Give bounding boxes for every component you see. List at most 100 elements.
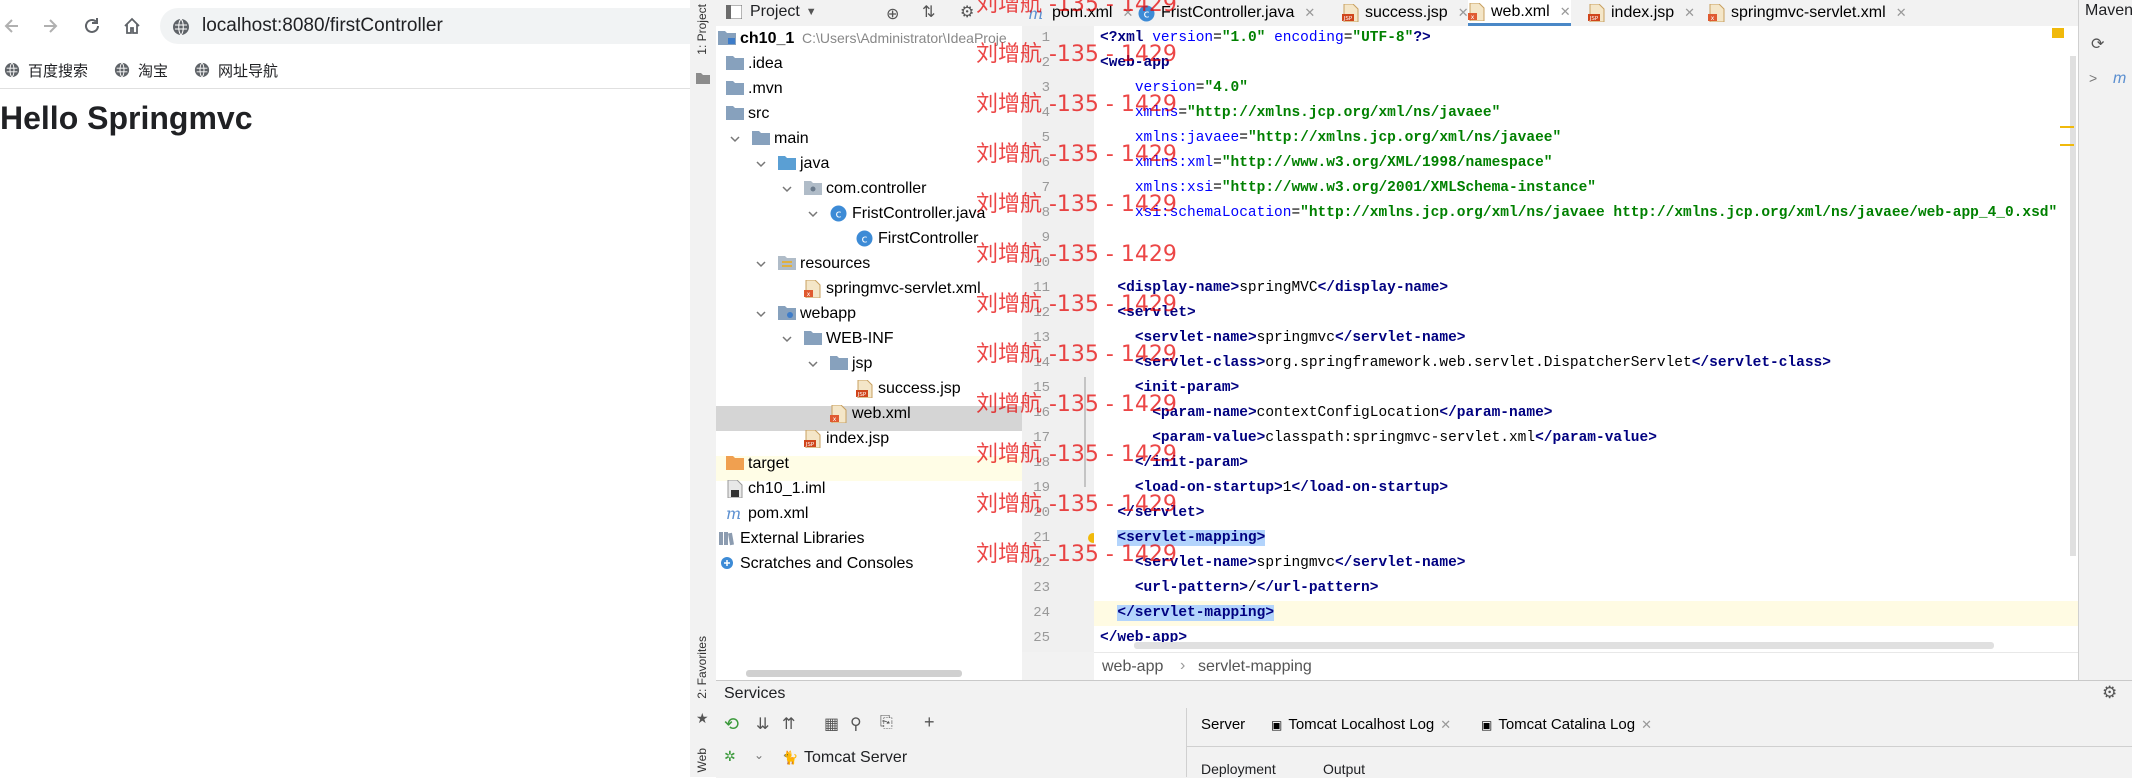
reload-icon[interactable]: ⟳	[2091, 34, 2104, 54]
chevron-down-icon[interactable]	[730, 134, 740, 144]
tomcat-server-item[interactable]: Tomcat Server	[804, 749, 907, 767]
code-line[interactable]: xmlns="http://xmlns.jcp.org/xml/ns/javae…	[1100, 101, 1500, 126]
gear-icon[interactable]: ⚙	[960, 2, 974, 22]
tree-item[interactable]: JSP success.jsp	[716, 376, 1022, 401]
editor-tab[interactable]: m pom.xml ✕	[1028, 0, 1133, 26]
code-line[interactable]: xmlns:javaee="http://xmlns.jcp.org/xml/n…	[1100, 126, 1561, 151]
tree-item[interactable]: Scratches and Consoles	[716, 551, 1022, 576]
close-icon[interactable]: ✕	[1641, 717, 1652, 733]
code-line[interactable]: <param-name>contextConfigLocation</param…	[1100, 401, 1552, 426]
tab-server[interactable]: Server	[1201, 716, 1245, 733]
tree-item[interactable]: External Libraries	[716, 526, 1022, 551]
url-text[interactable]: localhost:8080/firstController	[202, 16, 443, 36]
forward-icon[interactable]	[38, 14, 62, 38]
code-line[interactable]: <?xml version="1.0" encoding="UTF-8"?>	[1100, 26, 1431, 51]
tree-item[interactable]: ch10_1.iml	[716, 476, 1022, 501]
editor-tab[interactable]: JSP success.jsp ✕	[1342, 0, 1469, 26]
horizontal-scrollbar[interactable]	[746, 670, 962, 677]
tab-deployment[interactable]: Deployment	[1201, 761, 1276, 777]
chevron-down-icon[interactable]	[756, 309, 766, 319]
tree-item[interactable]: x springmvc-servlet.xml	[716, 276, 1022, 301]
breadcrumb-item[interactable]: servlet-mapping	[1198, 658, 1312, 676]
tree-item[interactable]: ch10_1 C:\Users\Administrator\IdeaProje	[716, 26, 1022, 51]
tab-localhost-log[interactable]: ▣ Tomcat Localhost Log ✕	[1271, 716, 1451, 733]
site-info-icon[interactable]	[172, 18, 190, 36]
code-line[interactable]: <init-param>	[1100, 376, 1239, 401]
rerun-icon[interactable]: ⟲	[724, 714, 739, 735]
tree-item[interactable]: src	[716, 101, 1022, 126]
star-icon[interactable]: ★	[696, 710, 709, 727]
reload-icon[interactable]	[80, 14, 104, 38]
code-line[interactable]: </init-param>	[1100, 451, 1248, 476]
horizontal-scrollbar[interactable]	[1134, 642, 1994, 649]
tree-item[interactable]: com.controller	[716, 176, 1022, 201]
add-service-icon[interactable]: +	[924, 712, 935, 733]
web-tool-tab[interactable]: Web	[695, 748, 709, 772]
code-line[interactable]: <servlet-name>springmvc</servlet-name>	[1100, 326, 1466, 351]
editor-tab[interactable]: c FristController.java ✕	[1138, 0, 1315, 26]
tree-item[interactable]: target	[716, 451, 1022, 476]
bookmark-nav[interactable]: 网址导航	[194, 60, 278, 80]
code-line[interactable]: </servlet>	[1100, 501, 1204, 526]
tree-item[interactable]: .idea	[716, 51, 1022, 76]
favorites-tool-tab[interactable]: 2: Favorites	[695, 636, 709, 699]
tab-catalina-log[interactable]: ▣ Tomcat Catalina Log ✕	[1481, 716, 1652, 733]
tab-output[interactable]: Output	[1323, 761, 1365, 777]
project-view-dropdown[interactable]: Project ▼	[750, 3, 817, 21]
close-icon[interactable]: ✕	[1304, 5, 1315, 21]
code-line[interactable]: version="4.0"	[1100, 76, 1248, 101]
code-line[interactable]: <web-app	[1100, 51, 1170, 76]
tree-item[interactable]: JSP index.jsp	[716, 426, 1022, 451]
debug-icon[interactable]: ✲	[724, 748, 736, 765]
chevron-down-icon[interactable]: ⌄	[754, 748, 764, 762]
address-bar[interactable]: localhost:8080/firstController	[160, 8, 690, 44]
close-icon[interactable]: ✕	[1684, 5, 1695, 21]
chevron-right-icon[interactable]: >	[2089, 70, 2097, 86]
code-line[interactable]: <url-pattern>/</url-pattern>	[1100, 576, 1379, 601]
code-editor[interactable]: <?xml version="1.0" encoding="UTF-8"?> <w…	[1094, 26, 2078, 652]
code-line[interactable]: xmlns:xml="http://www.w3.org/XML/1998/na…	[1100, 151, 1553, 176]
tree-item[interactable]: WEB-INF	[716, 326, 1022, 351]
tree-item[interactable]: x web.xml	[716, 401, 1022, 426]
code-line[interactable]: xmlns:xsi="http://www.w3.org/2001/XMLSch…	[1100, 176, 1596, 201]
breadcrumb-item[interactable]: web-app	[1102, 658, 1163, 676]
bookmark-baidu[interactable]: 百度搜索	[4, 60, 88, 80]
vertical-scrollbar[interactable]	[2070, 56, 2076, 556]
gear-icon[interactable]: ⚙	[2102, 683, 2117, 703]
chevron-down-icon[interactable]	[782, 334, 792, 344]
filter-icon[interactable]: ⚲	[850, 714, 862, 734]
close-icon[interactable]: ✕	[1440, 717, 1451, 733]
code-line[interactable]: <param-value>classpath:springmvc-servlet…	[1100, 426, 1657, 451]
code-line[interactable]: <servlet-mapping>	[1100, 526, 1266, 551]
tree-item[interactable]: jsp	[716, 351, 1022, 376]
chevron-down-icon[interactable]	[756, 259, 766, 269]
chevron-down-icon[interactable]	[808, 209, 818, 219]
warning-marker-icon[interactable]	[2052, 28, 2064, 38]
code-line[interactable]: <servlet>	[1100, 301, 1195, 326]
home-icon[interactable]	[120, 14, 144, 38]
code-line[interactable]: </servlet-mapping>	[1100, 601, 1275, 626]
tree-item[interactable]: java	[716, 151, 1022, 176]
bookmark-taobao[interactable]: 淘宝	[114, 60, 168, 80]
tree-item[interactable]: .mvn	[716, 76, 1022, 101]
code-line[interactable]: xsi:schemaLocation="http://xmlns.jcp.org…	[1100, 201, 2057, 226]
tree-item[interactable]: c FirstController	[716, 226, 1022, 251]
code-line[interactable]: <servlet-name>springmvc</servlet-name>	[1100, 551, 1466, 576]
tree-item[interactable]: webapp	[716, 301, 1022, 326]
editor-tab[interactable]: x web.xml ✕	[1468, 0, 1571, 26]
chevron-down-icon[interactable]	[808, 359, 818, 369]
collapse-all-icon[interactable]: ⇈	[782, 714, 795, 734]
project-tool-tab[interactable]: 1: Project	[695, 4, 709, 55]
tree-item[interactable]: m pom.xml	[716, 501, 1022, 526]
collapse-all-icon[interactable]: ⇅	[922, 2, 935, 22]
code-line[interactable]: <display-name>springMVC</display-name>	[1100, 276, 1448, 301]
back-icon[interactable]	[0, 14, 24, 38]
chevron-down-icon[interactable]	[782, 184, 792, 194]
editor-tab[interactable]: x springmvc-servlet.xml ✕	[1708, 0, 1907, 26]
close-icon[interactable]: ✕	[1560, 4, 1571, 20]
tree-item[interactable]: c FristController.java	[716, 201, 1022, 226]
close-icon[interactable]: ✕	[1458, 5, 1469, 21]
group-by-icon[interactable]: ▦	[824, 714, 839, 734]
close-icon[interactable]: ✕	[1896, 5, 1907, 21]
maven-title[interactable]: Maven	[2085, 2, 2132, 20]
